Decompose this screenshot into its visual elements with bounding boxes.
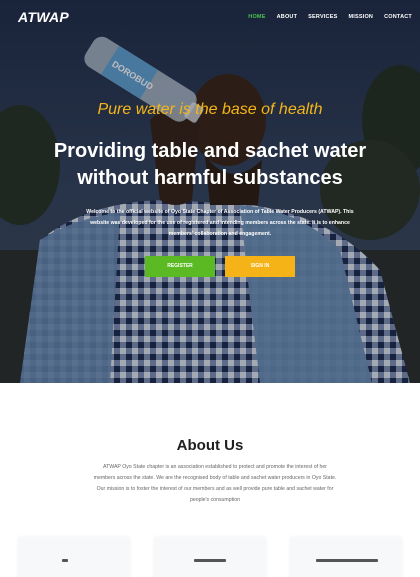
hero-tagline: Pure water is the base of health [97, 101, 323, 118]
nav-about[interactable]: ABOUT [277, 14, 298, 20]
sign-in-button[interactable]: SIGN IN [225, 256, 295, 277]
brand-logo[interactable]: ATWAP [18, 9, 69, 25]
about-title: About Us [176, 437, 244, 454]
feature-card [290, 537, 402, 577]
nav-mission[interactable]: MISSION [348, 14, 373, 20]
feature-card [18, 537, 130, 577]
hero-intro: Welcome to the official website of Oyo S… [86, 209, 354, 237]
feature-card [154, 537, 266, 577]
hero-section: DOROBUD ATWAP HOME ABOUT SERVICES MISSIO… [0, 0, 420, 383]
nav-services[interactable]: SERVICES [308, 14, 337, 20]
hero-headline: Providing table and sachet water without… [53, 140, 367, 189]
register-button[interactable]: REGISTER [145, 256, 215, 277]
about-text: ATWAP Oyo State chapter is an associatio… [93, 464, 337, 503]
nav-contact[interactable]: CONTACT [384, 14, 412, 20]
main-nav: HOME ABOUT SERVICES MISSION CONTACT [248, 14, 412, 20]
nav-home[interactable]: HOME [248, 14, 265, 20]
